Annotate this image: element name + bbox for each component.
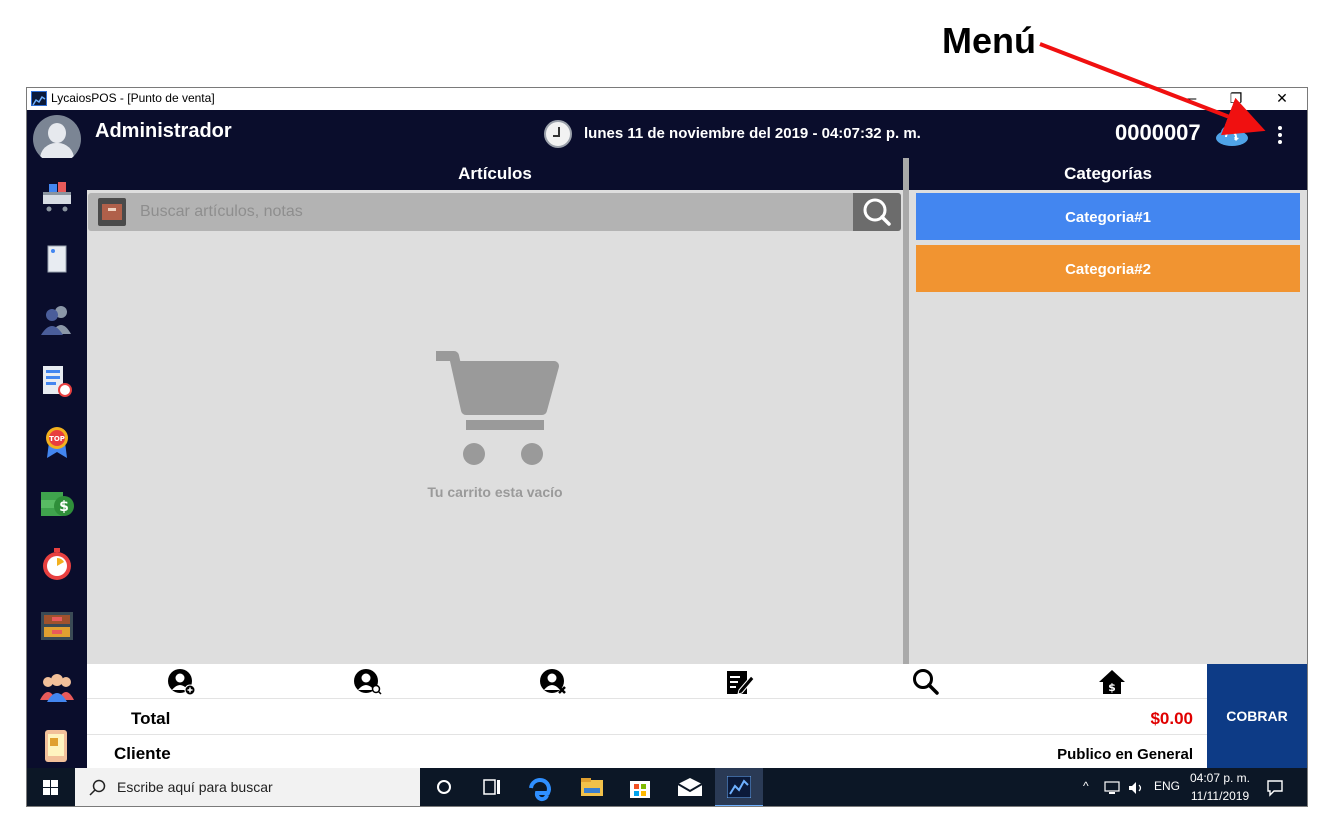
windows-taskbar: Escribe aquí para buscar ^ ENG 04:07 p. … bbox=[27, 768, 1307, 806]
search-customer-icon bbox=[354, 669, 382, 695]
svg-text:$: $ bbox=[59, 499, 69, 515]
language-indicator[interactable]: ENG bbox=[1154, 779, 1180, 793]
cloud-sync-icon[interactable] bbox=[1215, 124, 1249, 146]
close-button[interactable]: ✕ bbox=[1259, 88, 1305, 110]
header-datetime: lunes 11 de noviembre del 2019 - 04:07:3… bbox=[584, 125, 921, 142]
sidebar-item-sales[interactable] bbox=[39, 180, 75, 216]
taskbar-lycaiospos-app[interactable] bbox=[715, 768, 763, 806]
empty-cart-icon bbox=[436, 351, 559, 465]
edit-note-button[interactable] bbox=[725, 668, 755, 696]
sidebar-item-top[interactable]: TOP bbox=[39, 424, 75, 460]
category-button-2[interactable]: Categoria#2 bbox=[916, 245, 1300, 292]
totals-panel: Total $0.00 Cliente Publico en General bbox=[87, 698, 1207, 768]
inventory-icon bbox=[41, 612, 73, 640]
articles-search-bar bbox=[88, 193, 901, 231]
empty-cart-text: Tu carrito esta vacío bbox=[427, 484, 563, 500]
app-chart-icon bbox=[31, 91, 47, 106]
avatar[interactable] bbox=[33, 115, 81, 163]
cortana-icon[interactable] bbox=[427, 772, 461, 802]
taskbar-date[interactable]: 11/11/2019 bbox=[1189, 789, 1251, 803]
clients-icon bbox=[40, 674, 74, 702]
sidebar-item-cash[interactable]: $ bbox=[39, 486, 75, 522]
money-icon: $ bbox=[41, 492, 74, 516]
search-button[interactable] bbox=[853, 193, 901, 231]
clock-icon bbox=[544, 120, 572, 148]
search-icon bbox=[89, 779, 106, 796]
edit-note-icon bbox=[727, 671, 755, 695]
sidebar-item-inventory[interactable] bbox=[39, 608, 75, 644]
stopwatch-icon bbox=[43, 548, 71, 580]
network-icon[interactable] bbox=[1103, 780, 1121, 796]
tray-chevron-icon[interactable]: ^ bbox=[1083, 779, 1089, 793]
user-name: Administrador bbox=[95, 120, 232, 142]
users-icon bbox=[41, 306, 71, 335]
annotation-menu-label: Menú bbox=[942, 20, 1036, 61]
house-dollar-icon: $ bbox=[1099, 670, 1125, 694]
add-customer-button[interactable] bbox=[167, 668, 197, 696]
category-button-1[interactable]: Categoria#1 bbox=[916, 193, 1300, 240]
window-titlebar[interactable]: LycaiosPOS - [Punto de venta] — ❐ ✕ bbox=[27, 88, 1307, 110]
svg-text:TOP: TOP bbox=[49, 435, 65, 443]
edge-icon[interactable] bbox=[523, 772, 557, 802]
total-label: Total bbox=[131, 709, 171, 728]
windows-logo-icon bbox=[43, 780, 58, 795]
mail-icon[interactable] bbox=[673, 772, 707, 802]
sidebar-item-clients[interactable] bbox=[39, 668, 75, 704]
document-icon bbox=[47, 245, 67, 273]
sidebar-item-stopwatch[interactable] bbox=[39, 546, 75, 582]
sidebar-item-mobile[interactable] bbox=[39, 728, 75, 764]
sidebar-item-users[interactable] bbox=[39, 302, 75, 338]
remove-customer-icon bbox=[540, 669, 566, 694]
svg-text:$: $ bbox=[1108, 681, 1116, 694]
start-button[interactable] bbox=[27, 768, 75, 806]
search-button-bottom[interactable] bbox=[911, 668, 941, 696]
maximize-button[interactable]: ❐ bbox=[1213, 88, 1259, 110]
more-menu-icon[interactable] bbox=[1270, 124, 1290, 146]
articles-search-input[interactable] bbox=[138, 200, 798, 224]
sidebar: TOP $ bbox=[27, 158, 87, 768]
categories-title: Categorías bbox=[909, 158, 1307, 190]
search-customer-button[interactable] bbox=[353, 668, 383, 696]
sidebar-item-reports[interactable] bbox=[39, 364, 75, 400]
volume-icon[interactable] bbox=[1127, 780, 1145, 796]
task-view-icon[interactable] bbox=[475, 772, 509, 802]
top-badge-icon: TOP bbox=[46, 427, 68, 458]
customer-actions-bar: $ bbox=[87, 664, 1207, 698]
window-title: LycaiosPOS - [Punto de venta] bbox=[51, 91, 215, 105]
minimize-button[interactable]: — bbox=[1167, 88, 1213, 110]
header-bar: Administrador lunes 11 de noviembre del … bbox=[27, 110, 1307, 158]
taskbar-time[interactable]: 04:07 p. m. bbox=[1189, 771, 1251, 785]
search-icon bbox=[913, 669, 939, 695]
app-window: LycaiosPOS - [Punto de venta] — ❐ ✕ Admi… bbox=[26, 87, 1308, 807]
sidebar-item-notes[interactable] bbox=[39, 242, 75, 278]
total-value: $0.00 bbox=[1150, 709, 1193, 728]
taskbar-search-text: Escribe aquí para buscar bbox=[117, 779, 273, 795]
lycaiospos-icon bbox=[727, 776, 751, 798]
magnifier-icon bbox=[863, 198, 891, 226]
cash-house-button[interactable]: $ bbox=[1097, 668, 1127, 696]
mobile-icon bbox=[45, 730, 67, 762]
add-customer-icon bbox=[168, 669, 196, 696]
client-label: Cliente bbox=[114, 744, 171, 763]
shopping-cart-icon bbox=[43, 182, 71, 212]
report-clock-icon bbox=[43, 366, 72, 397]
store-icon[interactable] bbox=[623, 772, 657, 802]
articles-title: Artículos bbox=[87, 158, 903, 190]
notification-icon[interactable] bbox=[1265, 778, 1285, 798]
remove-customer-button[interactable] bbox=[539, 668, 569, 696]
file-explorer-icon[interactable] bbox=[575, 772, 609, 802]
client-value[interactable]: Publico en General bbox=[1057, 746, 1193, 763]
ticket-number: 0000007 bbox=[1115, 120, 1201, 145]
box-icon[interactable] bbox=[98, 198, 126, 226]
taskbar-search-box[interactable]: Escribe aquí para buscar bbox=[75, 768, 420, 806]
charge-button[interactable]: COBRAR bbox=[1207, 664, 1307, 768]
